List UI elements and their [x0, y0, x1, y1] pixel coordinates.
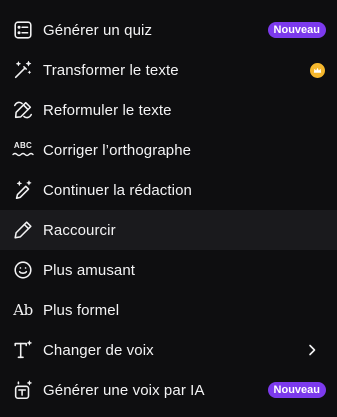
ab-typography-icon: Ab	[11, 298, 35, 322]
menu-item-label: Plus amusant	[43, 261, 136, 279]
menu-item-fix-spelling[interactable]: ABC Corriger l’orthographe	[0, 130, 337, 170]
menu-item-label: Changer de voix	[43, 341, 154, 359]
text-sparkle-icon	[11, 338, 35, 362]
abc-spellcheck-icon: ABC	[11, 138, 35, 162]
quiz-list-icon	[11, 18, 35, 42]
menu-item-label: Transformer le texte	[43, 61, 179, 79]
rewrite-pen-icon	[11, 98, 35, 122]
magic-wand-icon	[11, 58, 35, 82]
ai-voice-icon	[11, 378, 35, 402]
menu-item-more-formal[interactable]: Ab Plus formel	[0, 290, 337, 330]
menu-item-more-fun[interactable]: Plus amusant	[0, 250, 337, 290]
menu-item-continue-writing[interactable]: Continuer la rédaction	[0, 170, 337, 210]
pencil-icon	[11, 218, 35, 242]
new-badge: Nouveau	[267, 22, 326, 38]
crown-icon	[310, 63, 325, 78]
menu-item-label: Raccourcir	[43, 221, 116, 239]
menu-item-label: Corriger l’orthographe	[43, 141, 192, 159]
menu-item-shorten[interactable]: Raccourcir	[0, 210, 337, 250]
menu-item-label: Reformuler le texte	[43, 101, 172, 119]
magic-write-menu: Générer un quiz Nouveau Transformer le t…	[0, 0, 337, 417]
menu-item-generate-quiz[interactable]: Générer un quiz Nouveau	[0, 10, 337, 50]
abc-icon-text: ABC	[13, 141, 33, 150]
new-badge: Nouveau	[267, 382, 326, 398]
menu-item-label: Plus formel	[43, 301, 120, 319]
menu-item-label: Continuer la rédaction	[43, 181, 192, 199]
pen-sparkle-icon	[11, 178, 35, 202]
menu-item-ai-voice[interactable]: Générer une voix par IA Nouveau	[0, 370, 337, 410]
ab-icon-text: Ab	[13, 301, 33, 319]
smiley-icon	[11, 258, 35, 282]
menu-item-transform-text[interactable]: Transformer le texte	[0, 50, 337, 90]
menu-item-label: Générer un quiz	[43, 21, 153, 39]
menu-item-rephrase-text[interactable]: Reformuler le texte	[0, 90, 337, 130]
menu-item-label: Générer une voix par IA	[43, 381, 205, 399]
chevron-right-icon	[305, 343, 319, 357]
menu-item-change-voice[interactable]: Changer de voix	[0, 330, 337, 370]
